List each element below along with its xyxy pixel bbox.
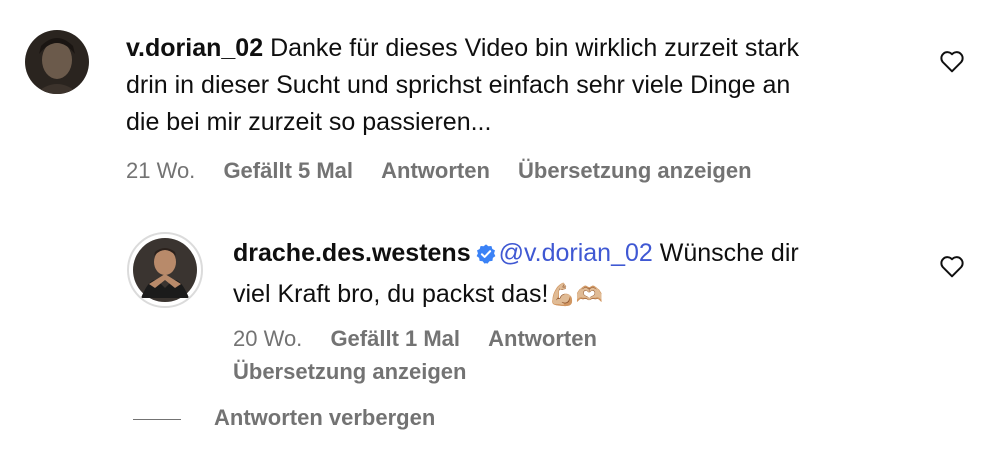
avatar-v-dorian[interactable] xyxy=(25,30,89,94)
reply-reply-button[interactable]: Antworten xyxy=(488,326,597,351)
comment-meta: 21 Wo. Gefällt 5 Mal Antworten Übersetzu… xyxy=(126,158,774,184)
hide-replies-button[interactable]: Antworten verbergen xyxy=(214,405,435,431)
comment-body: v.dorian_02 Danke für dieses Video bin w… xyxy=(126,30,926,141)
reply-likes[interactable]: Gefällt 1 Mal xyxy=(330,326,460,351)
reply-username[interactable]: drache.des.westens xyxy=(233,239,471,267)
reply-translate-button[interactable]: Übersetzung anzeigen xyxy=(233,359,466,384)
comment-text-line1: Danke für dieses Video bin wirklich zurz… xyxy=(270,34,799,62)
reply-text-line2: viel Kraft bro, du packst das! xyxy=(233,280,549,308)
reply-meta: 20 Wo. Gefällt 1 Mal Antworten xyxy=(233,326,619,352)
comment-translate-button[interactable]: Übersetzung anzeigen xyxy=(518,158,751,183)
reply-emojis: 💪🏼🫶🏼 xyxy=(548,283,604,308)
verified-badge-icon xyxy=(475,239,497,276)
comment-like-heart-icon[interactable] xyxy=(939,49,965,73)
reply-meta-line2: Übersetzung anzeigen xyxy=(233,359,466,385)
comment-text-line2: drin in dieser Sucht und sprichst einfac… xyxy=(126,71,791,99)
comment-username[interactable]: v.dorian_02 xyxy=(126,34,263,62)
reply-mention[interactable]: @v.dorian_02 xyxy=(499,239,653,267)
replies-divider-line xyxy=(133,419,181,420)
reply-body: drache.des.westens @v.dorian_02 Wünsche d… xyxy=(233,235,913,314)
comment-time[interactable]: 21 Wo. xyxy=(126,158,195,183)
comment-likes[interactable]: Gefällt 5 Mal xyxy=(223,158,353,183)
comment-text-line3: die bei mir zurzeit so passieren... xyxy=(126,108,492,136)
reply-text-line1: Wünsche dir xyxy=(652,239,799,267)
comment-reply-button[interactable]: Antworten xyxy=(381,158,490,183)
avatar-drache-des-westens[interactable] xyxy=(127,232,203,308)
reply-time[interactable]: 20 Wo. xyxy=(233,326,302,351)
reply-like-heart-icon[interactable] xyxy=(939,254,965,278)
